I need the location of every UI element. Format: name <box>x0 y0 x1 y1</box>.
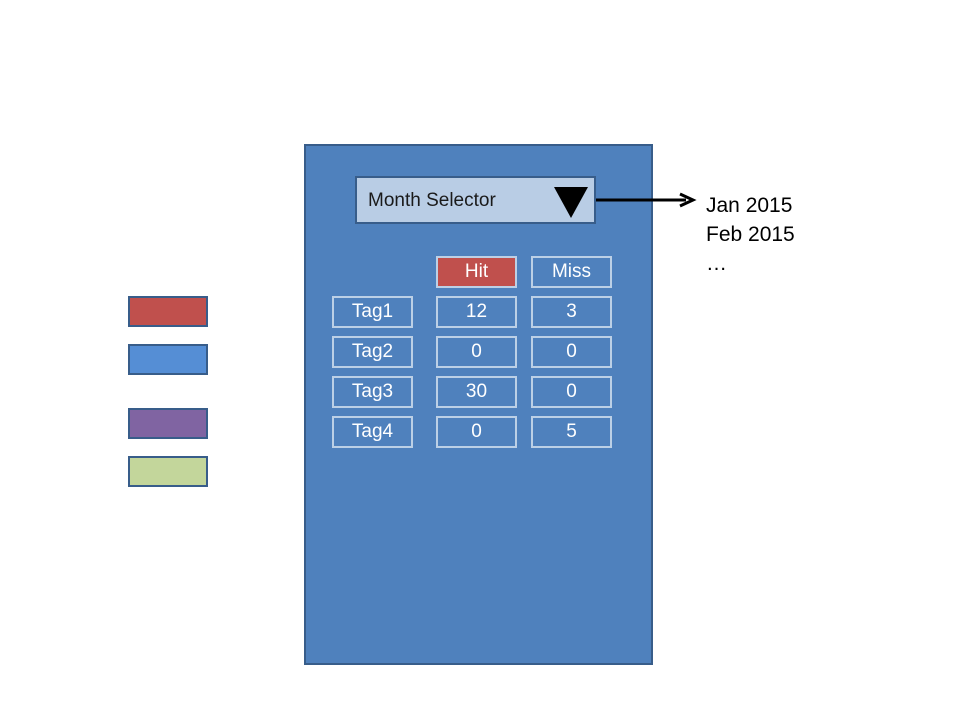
miss-value-cell: 0 <box>531 376 612 408</box>
legend-swatch-purple <box>128 408 208 439</box>
miss-value-cell: 0 <box>531 336 612 368</box>
legend-swatch-green <box>128 456 208 487</box>
hit-value-cell: 0 <box>436 336 517 368</box>
column-header-miss: Miss <box>531 256 612 288</box>
hit-value-cell: 30 <box>436 376 517 408</box>
dropdown-options-list: Jan 2015 Feb 2015 … <box>706 191 795 278</box>
legend-swatch-blue <box>128 344 208 375</box>
miss-value-cell: 5 <box>531 416 612 448</box>
row-tag-label: Tag3 <box>332 376 413 408</box>
hit-value-cell: 0 <box>436 416 517 448</box>
month-selector-label: Month Selector <box>368 190 496 211</box>
row-tag-label: Tag4 <box>332 416 413 448</box>
row-tag-label: Tag2 <box>332 336 413 368</box>
hit-value-cell: 12 <box>436 296 517 328</box>
miss-value-cell: 3 <box>531 296 612 328</box>
dropdown-arrow-connector <box>596 192 697 208</box>
column-header-hit: Hit <box>436 256 517 288</box>
triangle-down-icon[interactable] <box>551 182 591 220</box>
month-selector[interactable]: Month Selector <box>355 176 596 224</box>
row-tag-label: Tag1 <box>332 296 413 328</box>
dropdown-option[interactable]: Jan 2015 <box>706 191 795 220</box>
dropdown-option[interactable]: Feb 2015 <box>706 220 795 249</box>
dropdown-option-ellipsis: … <box>706 252 727 275</box>
legend-swatch-red <box>128 296 208 327</box>
